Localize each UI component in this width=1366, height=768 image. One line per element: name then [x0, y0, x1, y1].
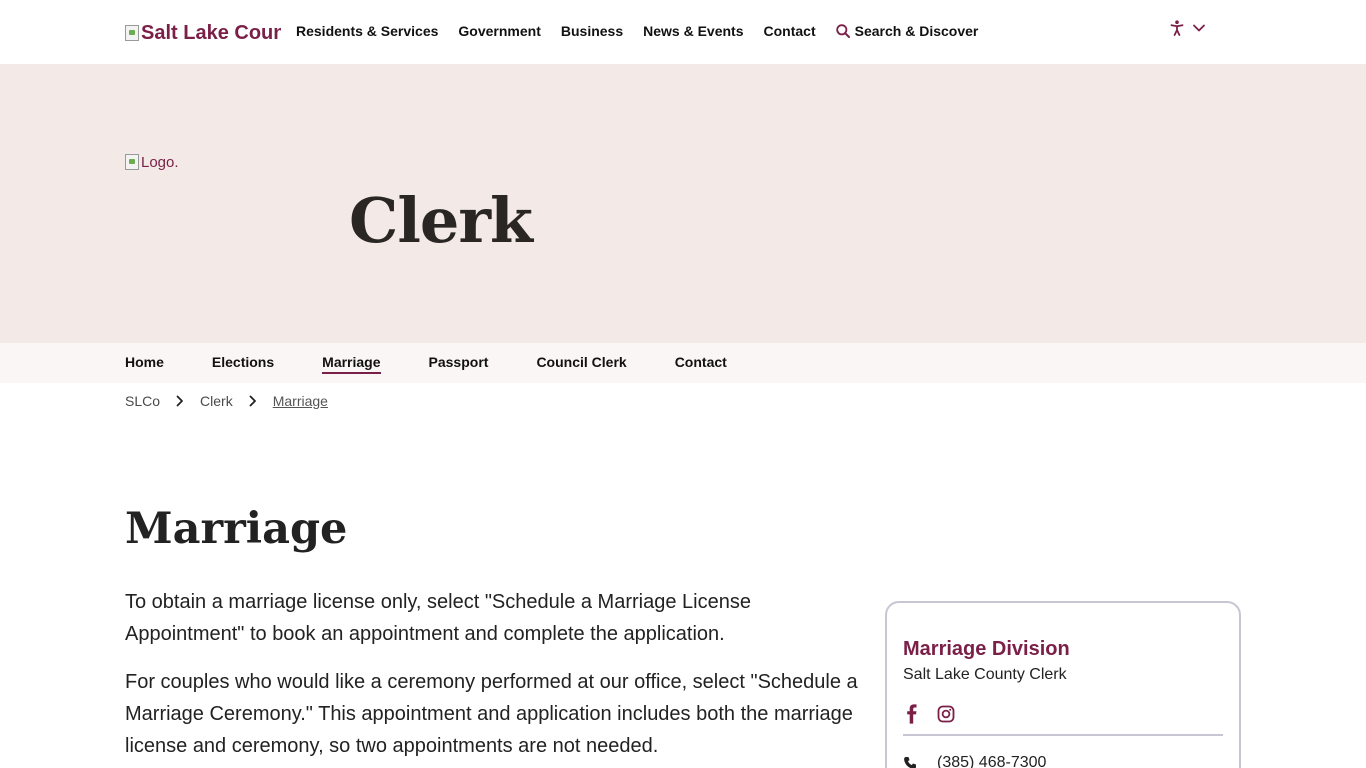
search-discover-button[interactable]: Search & Discover: [835, 23, 979, 39]
sub-nav-marriage[interactable]: Marriage: [322, 354, 381, 374]
chevron-right-icon: [249, 395, 257, 407]
broken-image-icon: [125, 154, 139, 170]
sub-nav-contact[interactable]: Contact: [675, 354, 727, 374]
nav-item-government[interactable]: Government: [458, 23, 540, 39]
sub-nav-council-clerk[interactable]: Council Clerk: [536, 354, 626, 374]
nav-item-business[interactable]: Business: [561, 23, 623, 39]
ceremony-paragraph: For couples who would like a ceremony pe…: [125, 671, 858, 757]
main-nav: Residents & Services Government Business…: [296, 22, 978, 40]
broken-image-icon: [125, 25, 139, 41]
department-title: Clerk: [349, 184, 533, 257]
accessibility-menu-button[interactable]: [1170, 20, 1206, 36]
contact-phone: (385) 468-7300: [903, 754, 1046, 768]
nav-item-news-events[interactable]: News & Events: [643, 23, 743, 39]
search-icon: [835, 24, 850, 38]
facebook-icon[interactable]: [903, 704, 921, 724]
breadcrumb-marriage[interactable]: Marriage: [273, 393, 328, 409]
department-logo: Logo.: [125, 153, 179, 171]
phone-icon: [904, 757, 916, 768]
intro-paragraph: To obtain a marriage license only, selec…: [125, 591, 751, 645]
sub-nav-passport[interactable]: Passport: [429, 354, 489, 374]
chevron-right-icon: [176, 395, 184, 407]
contact-card-subtitle: Salt Lake County Clerk: [903, 666, 1067, 683]
card-divider: [903, 734, 1223, 736]
contact-card: Marriage Division Salt Lake County Clerk…: [885, 601, 1241, 768]
department-logo-alt-text: Logo.: [141, 153, 179, 171]
site-logo-alt-text: Salt Lake County: [141, 21, 281, 44]
accessibility-icon: [1170, 20, 1184, 36]
site-logo-link[interactable]: Salt Lake County: [125, 21, 281, 45]
contact-card-title: Marriage Division: [903, 638, 1070, 660]
site-header: Salt Lake County Residents & Services Go…: [0, 0, 1366, 64]
breadcrumb-clerk[interactable]: Clerk: [200, 393, 233, 409]
sub-nav-home[interactable]: Home: [125, 354, 164, 374]
breadcrumb-slco[interactable]: SLCo: [125, 393, 160, 409]
instagram-icon[interactable]: [937, 705, 955, 723]
page-title: Marriage: [125, 504, 348, 554]
search-discover-label: Search & Discover: [854, 23, 979, 39]
hero-banner: Logo. Clerk: [0, 64, 1366, 343]
phone-link[interactable]: (385) 468-7300: [937, 754, 1046, 768]
breadcrumb: SLCo Clerk Marriage: [125, 393, 328, 409]
department-sub-nav: Home Elections Marriage Passport Council…: [0, 343, 1366, 383]
nav-item-residents-services[interactable]: Residents & Services: [296, 23, 438, 39]
chevron-down-icon: [1193, 24, 1205, 32]
social-links: [903, 704, 971, 724]
sub-nav-elections[interactable]: Elections: [212, 354, 274, 374]
main-content: To obtain a marriage license only, selec…: [125, 586, 865, 768]
nav-item-contact[interactable]: Contact: [764, 23, 816, 39]
